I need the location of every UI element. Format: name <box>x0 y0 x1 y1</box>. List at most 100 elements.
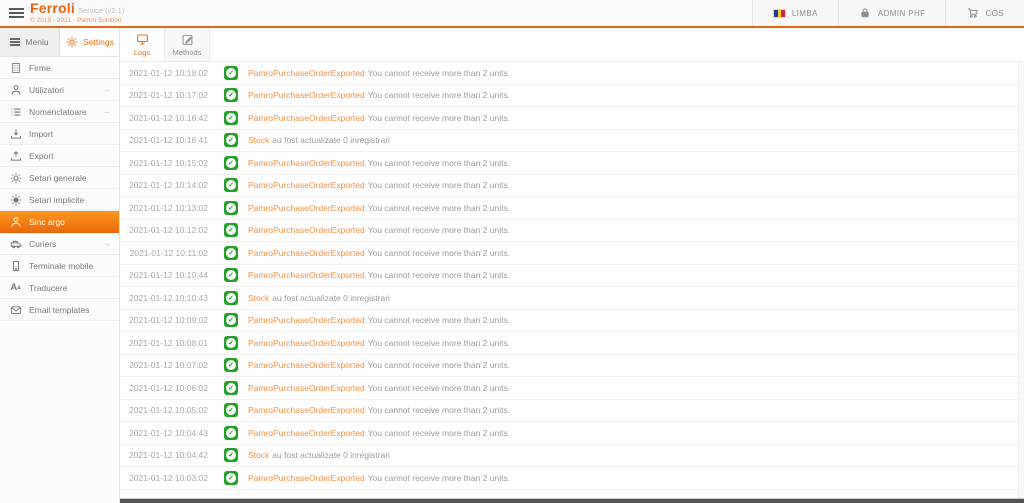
log-row: 2021-01-12 10:04:42 ✓ Stockau fost actua… <box>120 445 1024 468</box>
sidebar-item-setari-implicite[interactable]: Setari implicite <box>0 189 119 211</box>
sidebar-tabs: Meniu Settings <box>0 28 119 57</box>
translate-icon: Aa <box>9 281 22 294</box>
log-message: You cannot receive more than 2 units. <box>368 90 510 100</box>
sidebar-item-traducere[interactable]: Aa Traducere <box>0 277 119 299</box>
log-text: PamroPurchaseOrderExportedYou cannot rec… <box>248 180 510 190</box>
log-row: 2021-01-12 10:05:02 ✓ PamroPurchaseOrder… <box>120 400 1024 423</box>
sidebar-item-label: Terminale mobile <box>29 261 93 271</box>
sync-user-icon <box>9 215 22 228</box>
log-timestamp: 2021-01-12 10:10:44 <box>120 270 208 280</box>
log-text: PamroPurchaseOrderExportedYou cannot rec… <box>248 338 510 348</box>
log-timestamp: 2021-01-12 10:03:02 <box>120 473 208 483</box>
sidebar-item-label: Setari generale <box>29 173 87 183</box>
success-check-icon: ✓ <box>224 291 238 305</box>
sidebar-item-nomenclatoare[interactable]: Nomenclatoare → <box>0 101 119 123</box>
sidebar-item-email-templates[interactable]: Email templates <box>0 299 119 321</box>
log-row: 2021-01-12 10:18:02 ✓ PamroPurchaseOrder… <box>120 62 1024 85</box>
romanian-flag-icon <box>773 9 786 18</box>
log-message: You cannot receive more than 2 units. <box>368 113 510 123</box>
user-icon <box>9 83 22 96</box>
log-row: 2021-01-12 10:12:02 ✓ PamroPurchaseOrder… <box>120 220 1024 243</box>
log-event: PamroPurchaseOrderExported <box>248 360 365 370</box>
sidebar-item-import[interactable]: Import <box>0 123 119 145</box>
log-event: PamroPurchaseOrderExported <box>248 473 365 483</box>
success-check-icon: ✓ <box>224 403 238 417</box>
sidebar-item-terminale-mobile[interactable]: Terminale mobile <box>0 255 119 277</box>
log-event: PamroPurchaseOrderExported <box>248 180 365 190</box>
sidebar-item-setari-generale[interactable]: Setari generale <box>0 167 119 189</box>
log-timestamp: 2021-01-12 10:12:02 <box>120 225 208 235</box>
log-row: 2021-01-12 10:09:02 ✓ PamroPurchaseOrder… <box>120 310 1024 333</box>
sidebar-item-export[interactable]: Export <box>0 145 119 167</box>
topbar-right: LIMBA ADMIN PHF COS <box>752 0 1024 26</box>
main-layout: Meniu Settings Firme <box>0 28 1024 503</box>
log-message: You cannot receive more than 2 units. <box>368 360 510 370</box>
log-timestamp: 2021-01-12 10:04:42 <box>120 450 208 460</box>
log-row: 2021-01-12 10:16:42 ✓ PamroPurchaseOrder… <box>120 107 1024 130</box>
expand-arrow-icon: → <box>103 85 111 94</box>
admin-user-button[interactable]: ADMIN PHF <box>838 0 946 26</box>
expand-arrow-icon: → <box>103 107 111 116</box>
log-message: You cannot receive more than 2 units. <box>368 225 510 235</box>
tab-menu[interactable]: Meniu <box>0 28 60 56</box>
log-message: au fost actualizate 0 inregistrari <box>272 293 390 303</box>
monitor-icon <box>136 33 149 46</box>
content-panel: Logs Methods 2021-01-12 10:18:02 ✓ Pamro… <box>120 28 1024 503</box>
horizontal-scrollbar[interactable] <box>120 498 1024 503</box>
log-timestamp: 2021-01-12 10:05:02 <box>120 405 208 415</box>
log-timestamp: 2021-01-12 10:10:43 <box>120 293 208 303</box>
log-event: PamroPurchaseOrderExported <box>248 428 365 438</box>
sidebar-item-firme[interactable]: Firme <box>0 57 119 79</box>
brand-name: Ferroli <box>30 0 75 16</box>
log-event: PamroPurchaseOrderExported <box>248 158 365 168</box>
log-text: PamroPurchaseOrderExportedYou cannot rec… <box>248 203 510 213</box>
log-text: Stockau fost actualizate 0 inregistrari <box>248 135 390 145</box>
app-window: FerroliService (v2.1) © 2019 - 2021 - Pa… <box>0 0 1024 503</box>
expand-arrow-icon: → <box>103 239 111 248</box>
vertical-scrollbar[interactable] <box>1018 62 1024 498</box>
log-timestamp: 2021-01-12 10:18:02 <box>120 68 208 78</box>
tab-logs-label: Logs <box>134 48 150 57</box>
log-text: PamroPurchaseOrderExportedYou cannot rec… <box>248 473 510 483</box>
log-event: PamroPurchaseOrderExported <box>248 383 365 393</box>
log-text: PamroPurchaseOrderExportedYou cannot rec… <box>248 68 510 78</box>
success-check-icon: ✓ <box>224 313 238 327</box>
success-check-icon: ✓ <box>224 201 238 215</box>
sidebar-item-utilizatori[interactable]: Utilizatori → <box>0 79 119 101</box>
sidebar-item-label: Nomenclatoare <box>29 107 87 117</box>
success-check-icon: ✓ <box>224 66 238 80</box>
brand-line: FerroliService (v2.1) <box>30 1 124 18</box>
export-icon <box>9 149 22 162</box>
log-message: You cannot receive more than 2 units. <box>368 405 510 415</box>
log-event: PamroPurchaseOrderExported <box>248 225 365 235</box>
log-row: 2021-01-12 10:03:02 ✓ PamroPurchaseOrder… <box>120 467 1024 490</box>
success-check-icon: ✓ <box>224 156 238 170</box>
tab-settings[interactable]: Settings <box>60 28 119 56</box>
envelope-icon <box>9 303 22 316</box>
log-message: au fost actualizate 0 inregistrari <box>272 135 390 145</box>
log-timestamp: 2021-01-12 10:09:02 <box>120 315 208 325</box>
gear-icon <box>9 171 22 184</box>
gear-filled-icon <box>9 193 22 206</box>
log-row: 2021-01-12 10:11:02 ✓ PamroPurchaseOrder… <box>120 242 1024 265</box>
tab-settings-label: Settings <box>83 37 114 47</box>
log-message: You cannot receive more than 2 units. <box>368 473 510 483</box>
menu-icon <box>10 38 20 46</box>
log-timestamp: 2021-01-12 10:17:02 <box>120 90 208 100</box>
success-check-icon: ✓ <box>224 133 238 147</box>
log-message: You cannot receive more than 2 units. <box>368 68 510 78</box>
log-text: PamroPurchaseOrderExportedYou cannot rec… <box>248 158 510 168</box>
cart-button[interactable]: COS <box>945 0 1024 26</box>
sidebar-item-sinc-argo[interactable]: Sinc argo <box>0 211 119 233</box>
log-text: PamroPurchaseOrderExportedYou cannot rec… <box>248 248 510 258</box>
log-event: Stock <box>248 293 269 303</box>
hamburger-menu-icon[interactable] <box>0 0 30 26</box>
log-text: PamroPurchaseOrderExportedYou cannot rec… <box>248 315 510 325</box>
log-event: PamroPurchaseOrderExported <box>248 68 365 78</box>
tab-methods[interactable]: Methods <box>165 28 210 61</box>
log-timestamp: 2021-01-12 10:14:02 <box>120 180 208 190</box>
tab-logs[interactable]: Logs <box>120 28 165 61</box>
sidebar-item-curiers[interactable]: Curiers → <box>0 233 119 255</box>
cart-icon <box>966 7 979 20</box>
language-button[interactable]: LIMBA <box>752 0 838 26</box>
